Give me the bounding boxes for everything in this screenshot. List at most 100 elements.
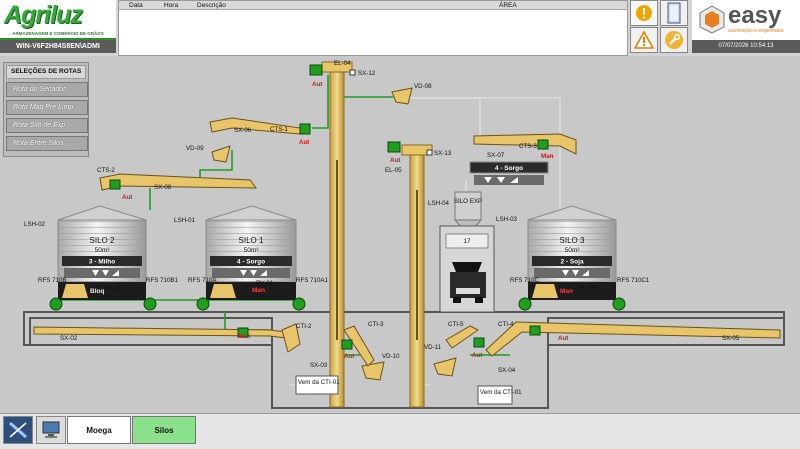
silo-1[interactable]: SILO 1 50m³ 4 - Sorgo Man RV-01 LSH-01 R… — [174, 205, 329, 311]
motor-el04[interactable] — [309, 64, 323, 76]
col-hora: Hora — [164, 2, 179, 9]
svg-text:SX-03: SX-03 — [310, 362, 328, 369]
svg-text:4 - Sorgo: 4 - Sorgo — [237, 259, 265, 266]
svg-text:Aut: Aut — [344, 353, 354, 360]
el05-label: EL-05 — [385, 167, 402, 174]
svg-text:Man: Man — [252, 287, 265, 294]
valve-vd11[interactable]: VD-11 — [424, 344, 457, 377]
svg-text:RFS 710C: RFS 710C — [510, 277, 539, 284]
svg-text:VD-08: VD-08 — [414, 83, 432, 90]
door-button[interactable] — [660, 0, 688, 26]
col-descricao: Descrição — [197, 2, 226, 9]
svg-text:Bloq: Bloq — [90, 288, 104, 295]
svg-text:50m³: 50m³ — [95, 247, 111, 254]
svg-text:SX-06: SX-06 — [234, 127, 252, 134]
svg-text:SILO 2: SILO 2 — [90, 236, 115, 245]
warning-button[interactable] — [630, 27, 658, 53]
logo-subtitle: ARMAZENAGEM E COMÉRCIO DE GRÃOS — [12, 31, 104, 36]
col-area: ÁREA — [499, 2, 517, 9]
easy-logo-subtitle: automação e engenharia — [728, 28, 784, 34]
svg-text:RV-02: RV-02 — [104, 285, 122, 292]
svg-text:50m³: 50m³ — [244, 247, 260, 254]
wrench-icon — [665, 31, 683, 49]
el04-label: EL-04 — [334, 60, 351, 67]
silo-3[interactable]: SILO 3 50m³ 2 - Soja Man RV-03 LSH-03 RF… — [496, 205, 650, 311]
svg-text:VD-10: VD-10 — [382, 353, 400, 360]
svg-text:RV-03: RV-03 — [578, 285, 596, 292]
moega-tab[interactable]: Moega — [67, 416, 131, 444]
agriluz-logo: Agriluz ARMAZENAGEM E COMÉRCIO DE GRÃOS — [0, 0, 116, 40]
svg-text:SX-05: SX-05 — [722, 335, 740, 342]
conveyor-cts1[interactable]: CTS-1 SX-06 Aut — [209, 117, 311, 146]
svg-text:RFS 710A: RFS 710A — [188, 277, 217, 284]
svg-text:17: 17 — [464, 238, 471, 245]
svg-text:Aut: Aut — [299, 139, 309, 146]
svg-text:4 - Sorgo: 4 - Sorgo — [495, 165, 523, 172]
monitor-button[interactable] — [36, 416, 66, 444]
svg-text:CTI-3: CTI-3 — [368, 321, 384, 328]
svg-text:CTI-2: CTI-2 — [296, 323, 312, 330]
from-cti01-box-left: Vem da CTI-01 — [295, 375, 340, 395]
door-icon — [667, 2, 681, 24]
svg-text:Man: Man — [560, 288, 573, 295]
svg-text:LSH-04: LSH-04 — [428, 200, 450, 207]
conveyor-cti3[interactable]: CTI-3 Aut SX-03 — [310, 321, 384, 369]
conveyor-cti4[interactable]: CTI-4 SX-05 Aut SX-04 — [485, 321, 781, 374]
svg-text:RFS 710C1: RFS 710C1 — [617, 277, 650, 284]
conveyor-cts2[interactable]: CTS-2 SX-08 Aut — [97, 167, 258, 201]
el04-mode: Aut — [312, 81, 322, 88]
col-data: Data — [129, 2, 143, 9]
svg-text:SX-02: SX-02 — [60, 335, 78, 342]
tools-button[interactable] — [660, 27, 688, 53]
svg-text:LSH-03: LSH-03 — [496, 216, 518, 223]
from-cti01-box-right: Vem da CTI-01 — [477, 385, 522, 405]
svg-text:LSH-01: LSH-01 — [174, 217, 196, 224]
sx13-label: SX-13 — [434, 150, 452, 157]
svg-text:CTS-3: CTS-3 — [519, 143, 537, 150]
svg-text:Man: Man — [541, 153, 554, 160]
easy-logo: easy automação e engenharia — [692, 0, 800, 40]
elevator-el05[interactable]: EL-05 — [385, 144, 433, 408]
sx12-label: SX-12 — [358, 70, 376, 77]
svg-text:RV-01: RV-01 — [256, 280, 274, 287]
alarm-list[interactable]: Data Hora Descrição ÁREA — [118, 0, 628, 56]
svg-text:Man: Man — [238, 333, 251, 340]
svg-text:Aut: Aut — [558, 335, 568, 342]
valve-vd08[interactable]: VD-08 — [391, 83, 432, 105]
silos-tab[interactable]: Silos — [132, 416, 196, 444]
svg-text:Vem da CTI-01: Vem da CTI-01 — [298, 379, 340, 386]
logo-text: Agriluz — [4, 1, 83, 29]
svg-text:CTS-1: CTS-1 — [270, 126, 288, 133]
tool-button[interactable] — [3, 416, 33, 444]
svg-text:SILO EXP: SILO EXP — [454, 198, 482, 205]
svg-text:SILO 3: SILO 3 — [560, 236, 585, 245]
warning-icon — [634, 31, 654, 49]
svg-text:Vem da CTI-01: Vem da CTI-01 — [480, 389, 522, 396]
easy-logo-text: easy — [728, 2, 782, 29]
easy-emblem-icon — [699, 5, 725, 34]
product-display-top: 4 - Sorgo — [469, 161, 549, 185]
svg-text:Aut: Aut — [122, 194, 132, 201]
silo-export[interactable]: SILO EXP 17 LSH-04 — [428, 191, 495, 313]
svg-text:SX-07: SX-07 — [487, 152, 505, 159]
svg-text:Aut: Aut — [472, 352, 482, 359]
valve-vd09[interactable]: VD-09 — [186, 145, 231, 163]
svg-text:RFS 710B: RFS 710B — [38, 277, 67, 284]
svg-text:CTI-5: CTI-5 — [448, 321, 464, 328]
el05-mode: Aut — [390, 157, 400, 164]
svg-text:LSH-02: LSH-02 — [24, 221, 46, 228]
motor-el05[interactable] — [387, 141, 401, 153]
svg-text:CTS-2: CTS-2 — [97, 167, 115, 174]
process-diagram: EL-04 EL-05 Aut SX-12 Aut SX-13 VD-08 VD… — [23, 60, 785, 409]
conveyor-cti1[interactable]: SX-02 Man — [33, 326, 287, 342]
svg-text:RFS 710A1: RFS 710A1 — [296, 277, 329, 284]
computer-icon — [42, 421, 60, 438]
clock: 07/07/2026 10:54:13 — [692, 40, 800, 53]
alarm-bell-button[interactable] — [630, 0, 658, 26]
svg-text:VD-09: VD-09 — [186, 145, 204, 152]
svg-text:VD-11: VD-11 — [424, 344, 442, 351]
conveyor-cti5[interactable]: CTI-5 Aut — [445, 321, 485, 359]
silo-2[interactable]: SILO 2 50m³ 3 - Milho Bloq RV-02 LSH-02 … — [24, 205, 179, 311]
conveyor-cti2[interactable]: CTI-2 — [281, 323, 312, 353]
svg-text:3 - Milho: 3 - Milho — [89, 259, 115, 266]
